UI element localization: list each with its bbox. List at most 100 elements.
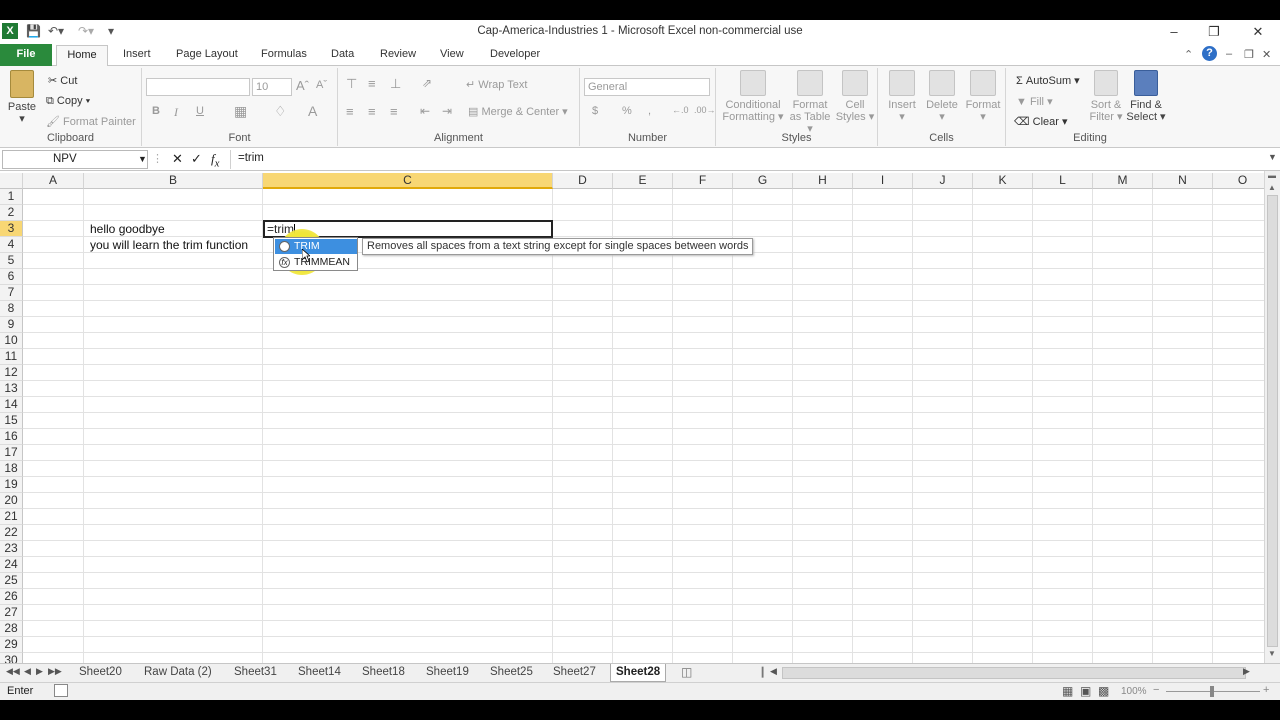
row-header-30[interactable]: 30 xyxy=(0,653,23,663)
autocomplete-item-trimmean[interactable]: fx TRIMMEAN xyxy=(275,255,357,270)
horizontal-scroll-thumb[interactable] xyxy=(782,667,1246,679)
column-header-i[interactable]: I xyxy=(853,173,913,189)
paste-button[interactable]: Paste ▾ xyxy=(6,70,38,125)
row-header-21[interactable]: 21 xyxy=(0,509,23,525)
name-box-dropdown-icon[interactable]: ▼ xyxy=(138,154,147,164)
row-header-9[interactable]: 9 xyxy=(0,317,23,333)
zoom-out-icon[interactable]: − xyxy=(1153,684,1159,696)
column-header-l[interactable]: L xyxy=(1033,173,1093,189)
scroll-right-icon[interactable]: ▶ xyxy=(1243,666,1250,677)
sheet-tab[interactable]: Sheet25 xyxy=(490,664,533,682)
italic-button[interactable]: I xyxy=(174,105,178,120)
scroll-left-icon[interactable]: ◀ xyxy=(770,666,777,677)
column-header-b[interactable]: B xyxy=(84,173,263,189)
insert-cells-button[interactable]: Insert ▾ xyxy=(882,70,922,123)
zoom-slider-thumb[interactable] xyxy=(1210,686,1214,697)
grow-font-icon[interactable]: Aˆ xyxy=(296,78,309,93)
number-format-select[interactable]: General xyxy=(584,78,710,96)
ribbon-collapse-icon[interactable]: ⌃ xyxy=(1184,48,1193,61)
wrap-text-button[interactable]: ↵ Wrap Text xyxy=(466,78,527,91)
autosum-button[interactable]: Σ AutoSum ▾ xyxy=(1016,74,1080,87)
sheet-tab[interactable]: Sheet31 xyxy=(234,664,277,682)
restore-icon[interactable]: ❐ xyxy=(1204,23,1224,41)
percent-button[interactable]: % xyxy=(622,105,632,117)
first-sheet-icon[interactable]: ◀◀ xyxy=(6,666,20,677)
row-header-14[interactable]: 14 xyxy=(0,397,23,413)
sheet-tab[interactable]: Raw Data (2) xyxy=(144,664,212,682)
row-header-17[interactable]: 17 xyxy=(0,445,23,461)
cell-b3[interactable]: hello goodbye xyxy=(90,221,165,237)
copy-button[interactable]: ⧉ Copy ▾ xyxy=(46,95,90,108)
column-header-m[interactable]: M xyxy=(1093,173,1153,189)
mini-minimize-icon[interactable]: – xyxy=(1226,48,1232,60)
sheet-tab-active[interactable]: Sheet28 xyxy=(610,664,667,682)
column-header-g[interactable]: G xyxy=(733,173,793,189)
tab-data[interactable]: Data xyxy=(331,48,354,60)
comma-button[interactable]: , xyxy=(648,105,651,117)
row-header-20[interactable]: 20 xyxy=(0,493,23,509)
row-header-5[interactable]: 5 xyxy=(0,253,23,269)
prev-sheet-icon[interactable]: ◀ xyxy=(24,666,31,677)
row-header-6[interactable]: 6 xyxy=(0,269,23,285)
zoom-level[interactable]: 100% xyxy=(1121,686,1147,697)
sheet-tab[interactable]: Sheet14 xyxy=(298,664,341,682)
page-layout-view-icon[interactable]: ▣ xyxy=(1080,684,1091,698)
row-header-25[interactable]: 25 xyxy=(0,573,23,589)
vertical-scroll-thumb[interactable] xyxy=(1267,195,1278,647)
row-header-22[interactable]: 22 xyxy=(0,525,23,541)
sheet-tab[interactable]: Sheet27 xyxy=(553,664,596,682)
insert-function-icon[interactable]: fx xyxy=(211,151,219,170)
next-sheet-icon[interactable]: ▶ xyxy=(36,666,43,677)
row-header-18[interactable]: 18 xyxy=(0,461,23,477)
tab-insert[interactable]: Insert xyxy=(123,48,151,60)
cut-button[interactable]: ✂ Cut xyxy=(48,74,77,87)
row-header-12[interactable]: 12 xyxy=(0,365,23,381)
align-bottom-icon[interactable]: ⊥ xyxy=(390,76,401,92)
sheet-tab[interactable]: Sheet18 xyxy=(362,664,405,682)
row-header-11[interactable]: 11 xyxy=(0,349,23,365)
row-header-4[interactable]: 4 xyxy=(0,237,23,253)
tab-developer[interactable]: Developer xyxy=(490,48,540,60)
row-header-1[interactable]: 1 xyxy=(0,189,23,205)
shrink-font-icon[interactable]: Aˇ xyxy=(316,79,327,91)
cell-b4[interactable]: you will learn the trim function xyxy=(90,237,248,253)
clear-button[interactable]: ⌫ Clear ▾ xyxy=(1014,115,1068,128)
column-header-h[interactable]: H xyxy=(793,173,853,189)
sheet-tab[interactable]: Sheet19 xyxy=(426,664,469,682)
scroll-down-icon[interactable]: ▼ xyxy=(1268,649,1276,658)
expand-formula-bar-icon[interactable]: ▼ xyxy=(1268,152,1277,162)
delete-cells-button[interactable]: Delete ▾ xyxy=(922,70,962,123)
row-header-27[interactable]: 27 xyxy=(0,605,23,621)
worksheet-grid[interactable]: ABCDEFGHIJKLMNO 1 2 3 4 5 6 7 8 9 10 11 12 13 14 15 16 1… xyxy=(0,173,1264,663)
borders-icon[interactable]: ▦ xyxy=(234,103,247,120)
row-header-15[interactable]: 15 xyxy=(0,413,23,429)
decrease-indent-icon[interactable]: ⇤ xyxy=(420,104,430,118)
format-painter-button[interactable]: 🖌 Format Painter xyxy=(46,115,136,128)
row-header-23[interactable]: 23 xyxy=(0,541,23,557)
row-header-16[interactable]: 16 xyxy=(0,429,23,445)
fill-color-icon[interactable]: ♢ xyxy=(274,103,287,120)
format-as-table-button[interactable]: Format as Table ▾ xyxy=(786,70,834,135)
column-header-e[interactable]: E xyxy=(613,173,673,189)
name-box[interactable]: NPV xyxy=(2,150,148,169)
column-header-a[interactable]: A xyxy=(23,173,84,189)
column-header-o[interactable]: O xyxy=(1213,173,1264,189)
tab-file[interactable]: File xyxy=(0,44,52,66)
tab-review[interactable]: Review xyxy=(380,48,416,60)
align-right-icon[interactable]: ≡ xyxy=(390,104,398,119)
row-header-8[interactable]: 8 xyxy=(0,301,23,317)
autocomplete-item-trim[interactable]: fx TRIM xyxy=(275,239,357,254)
tab-formulas[interactable]: Formulas xyxy=(261,48,307,60)
minimize-icon[interactable]: – xyxy=(1164,23,1184,41)
enter-formula-icon[interactable]: ✓ xyxy=(191,151,202,167)
scroll-up-icon[interactable]: ▲ xyxy=(1268,183,1276,192)
increase-decimal-icon[interactable]: ←.0 xyxy=(672,105,689,115)
row-header-10[interactable]: 10 xyxy=(0,333,23,349)
normal-view-icon[interactable]: ▦ xyxy=(1062,684,1073,698)
help-icon[interactable]: ? xyxy=(1202,46,1217,61)
row-header-3[interactable]: 3 xyxy=(0,221,23,237)
macro-record-icon[interactable] xyxy=(54,684,68,697)
tab-page-layout[interactable]: Page Layout xyxy=(176,48,238,60)
underline-button[interactable]: U xyxy=(196,105,204,117)
vertical-scrollbar[interactable]: ▬ ▲ ▼ xyxy=(1264,171,1280,663)
